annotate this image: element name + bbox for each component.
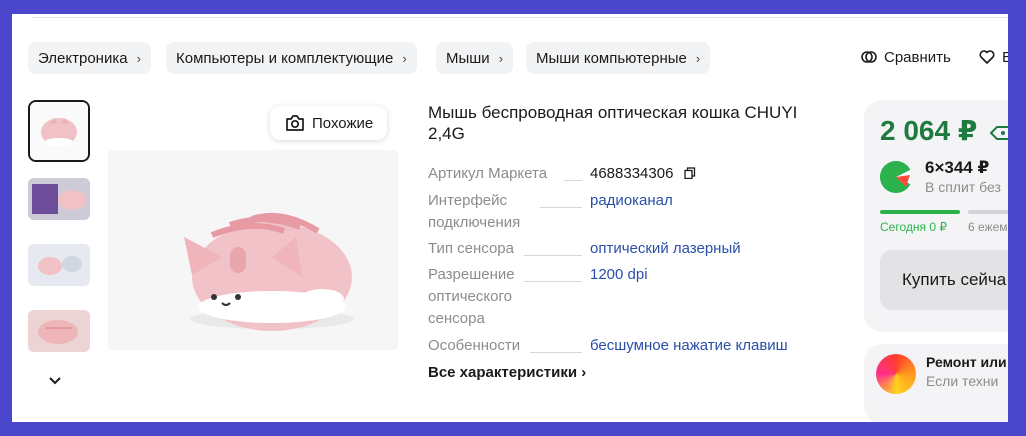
spec-value-resolution[interactable]: 1200 dpi: [590, 264, 648, 286]
pay-later-label: 6 ежем: [968, 220, 1008, 234]
spec-value-features[interactable]: бесшумное нажатие клавиш: [590, 335, 788, 357]
price: 2 064 ₽: [880, 114, 1008, 147]
split-amount: 6×344 ₽: [925, 158, 990, 177]
favorite-label: В: [1002, 48, 1008, 66]
spec-label-resolution: Разрешение оптического сенсора: [428, 266, 515, 327]
spec-leader: [564, 180, 582, 181]
breadcrumb-label: Мыши: [446, 49, 490, 67]
thumbnail-image: [28, 178, 90, 220]
spec-label-features: Особенности: [428, 337, 521, 354]
heart-icon: [979, 50, 995, 64]
repair-service-icon: [876, 354, 916, 394]
split-note: В сплит без: [925, 179, 1001, 195]
thumbnail-image: [30, 102, 88, 160]
page-frame: Электроника › Компьютеры и комплектующие…: [12, 14, 1008, 422]
thumbnail-image: [28, 244, 90, 286]
chevron-right-icon: ›: [498, 50, 504, 66]
price-tag-icon: [989, 125, 1008, 140]
spec-value-sensor[interactable]: оптический лазерный: [590, 238, 741, 260]
payment-progress-later: [968, 210, 1008, 214]
spec-value-article: 4688334306: [590, 163, 696, 185]
chevron-right-icon: ›: [695, 50, 701, 66]
chevron-down-icon: [49, 377, 61, 385]
breadcrumb-computers[interactable]: Компьютеры и комплектующие ›: [166, 42, 417, 74]
spec-leader: [540, 207, 582, 208]
spec-value-interface[interactable]: радиоканал: [590, 190, 673, 212]
chevron-right-icon: ›: [402, 50, 407, 66]
thumbnails-more-button[interactable]: [48, 373, 62, 391]
all-specs-link[interactable]: Все характеристики ›: [428, 364, 586, 381]
favorite-button[interactable]: В: [978, 48, 1008, 66]
chevron-right-icon: ›: [136, 50, 141, 66]
breadcrumb-label: Мыши компьютерные: [536, 49, 687, 67]
compare-label: Сравнить: [884, 48, 951, 66]
split-logo-icon: [880, 161, 912, 193]
spec-leader: [524, 281, 582, 282]
thumbnail-image: [28, 310, 90, 352]
breadcrumb-electronics[interactable]: Электроника ›: [28, 42, 151, 74]
spec-label-article: Артикул Маркета: [428, 165, 548, 182]
main-product-photo[interactable]: [172, 179, 372, 339]
similar-label: Похожие: [312, 114, 374, 132]
breadcrumb-mice[interactable]: Мыши ›: [436, 42, 514, 74]
compare-icon: [861, 51, 877, 63]
thumbnail-4[interactable]: [28, 310, 90, 352]
payment-progress-today: [880, 210, 960, 214]
buy-button[interactable]: Купить сейча: [880, 250, 1008, 310]
spec-leader: [524, 255, 582, 256]
breadcrumb-label: Электроника: [38, 49, 128, 67]
spec-label-sensor: Тип сенсора: [428, 240, 514, 257]
breadcrumb-label: Компьютеры и комплектующие: [176, 49, 394, 67]
camera-search-icon: [286, 115, 304, 131]
repair-title: Ремонт или: [926, 354, 1007, 370]
thumbnail-2[interactable]: [28, 178, 90, 220]
thumbnail-3[interactable]: [28, 244, 90, 286]
pay-today-label: Сегодня 0 ₽: [880, 220, 947, 234]
copy-icon[interactable]: [683, 167, 696, 180]
top-divider: [32, 17, 1008, 18]
compare-button[interactable]: Сравнить: [860, 48, 951, 66]
thumbnail-1[interactable]: [28, 100, 90, 162]
breadcrumb-computer-mice[interactable]: Мыши компьютерные ›: [526, 42, 711, 74]
repair-subtitle: Если техни: [926, 373, 999, 389]
product-title: Мышь беспроводная оптическая кошка CHUYI…: [428, 103, 798, 143]
similar-button[interactable]: Похожие: [270, 106, 388, 140]
spec-label-interface: Интерфейс подключения: [428, 192, 521, 231]
spec-leader: [530, 352, 582, 353]
